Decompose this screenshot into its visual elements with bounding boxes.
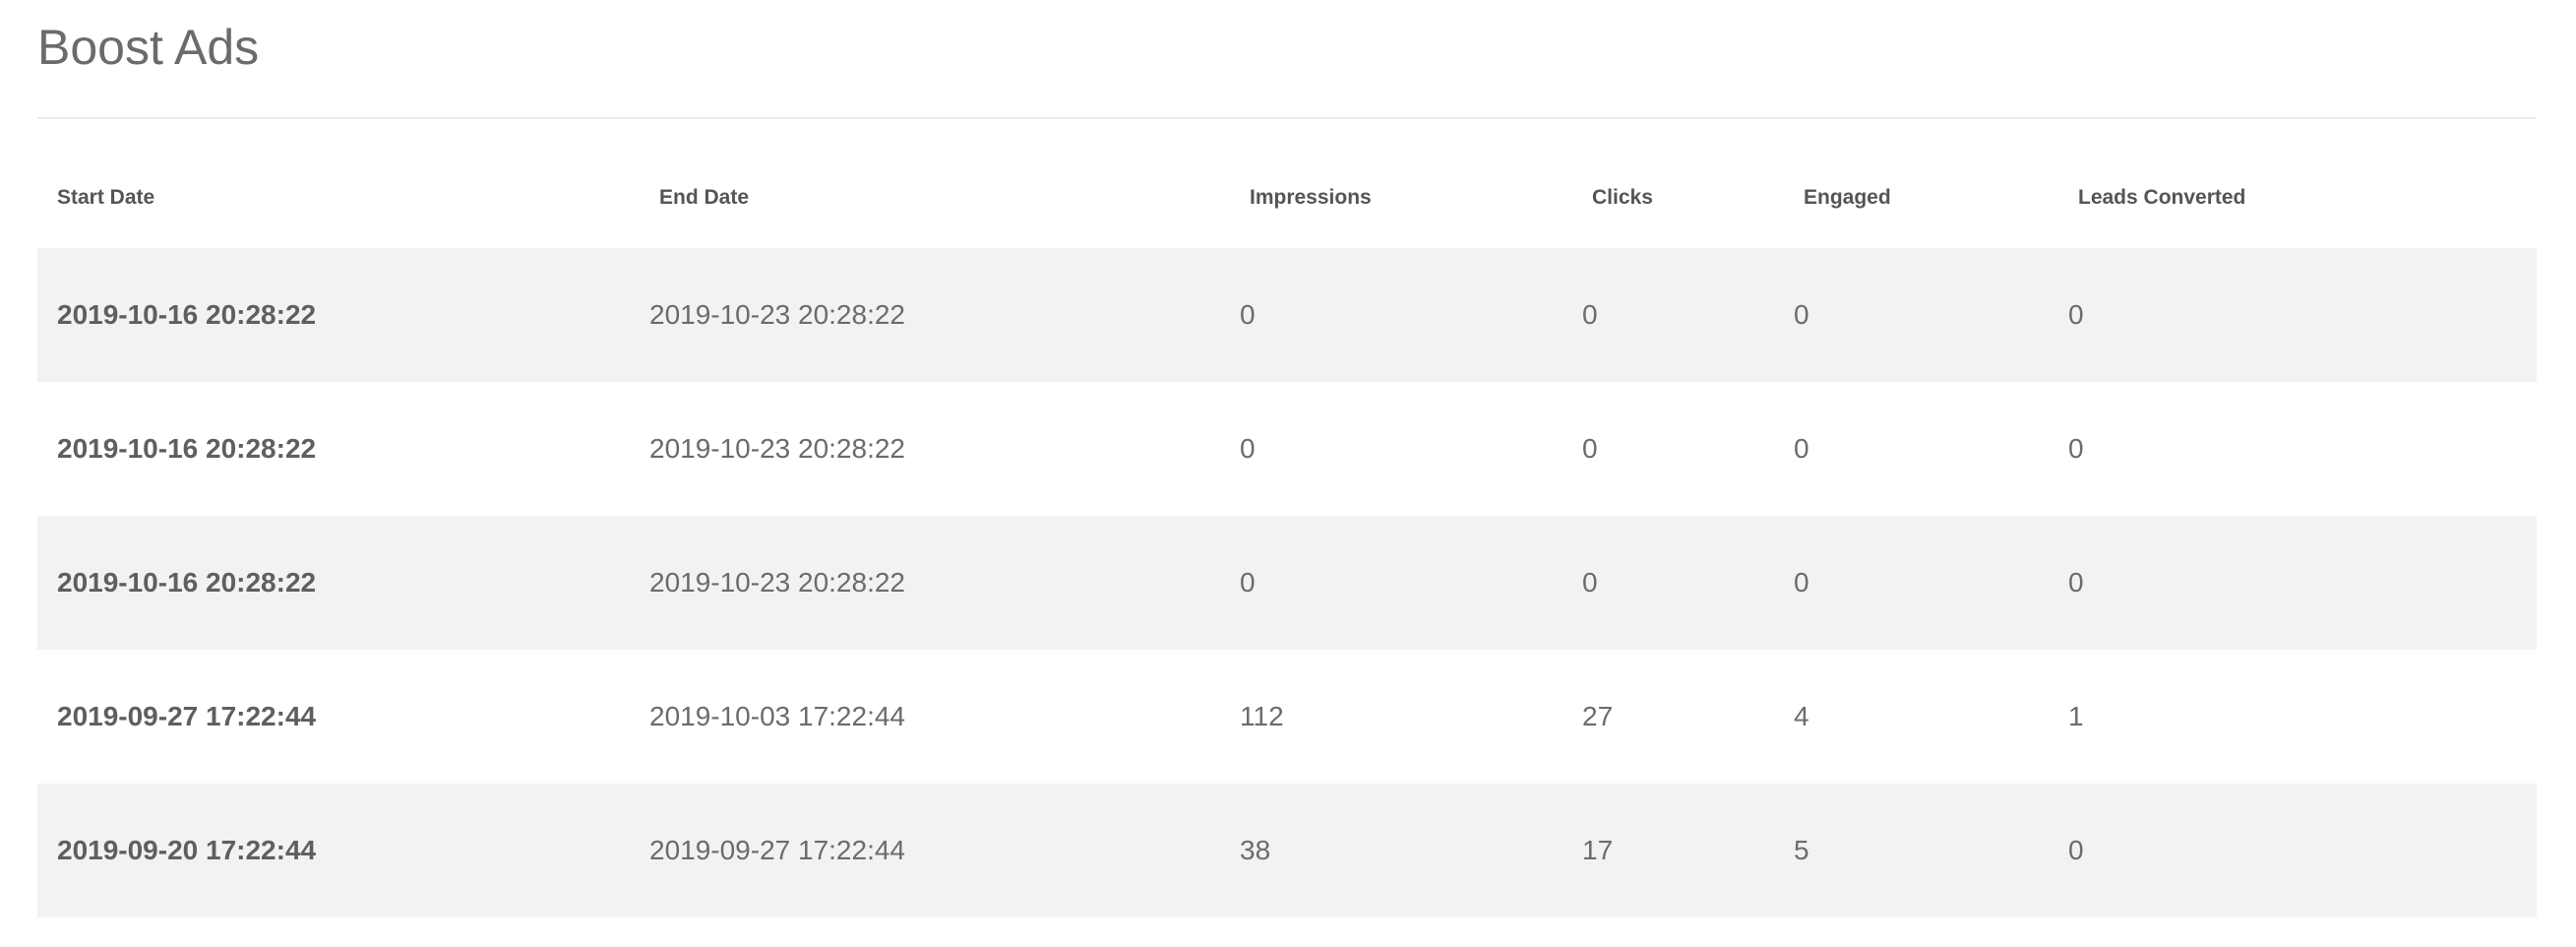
leads-converted-cell: 0: [2068, 516, 2537, 650]
column-header-impressions[interactable]: Impressions: [1240, 148, 1582, 248]
boost-ads-table: Start Date End Date Impressions Clicks E…: [37, 148, 2537, 917]
start-date-cell: 2019-10-16 20:28:22: [37, 516, 649, 650]
end-date-cell: 2019-10-23 20:28:22: [649, 516, 1240, 650]
column-header-start-date[interactable]: Start Date: [37, 148, 649, 248]
table-header: Start Date End Date Impressions Clicks E…: [37, 148, 2537, 248]
table-header-row: Start Date End Date Impressions Clicks E…: [37, 148, 2537, 248]
column-header-clicks[interactable]: Clicks: [1582, 148, 1794, 248]
leads-converted-cell: 1: [2068, 650, 2537, 784]
table-body: 2019-10-16 20:28:22 2019-10-23 20:28:22 …: [37, 248, 2537, 917]
engaged-cell: 0: [1794, 382, 2068, 516]
impressions-cell: 0: [1240, 248, 1582, 382]
engaged-cell: 0: [1794, 248, 2068, 382]
impressions-cell: 38: [1240, 784, 1582, 917]
table-row[interactable]: 2019-10-16 20:28:22 2019-10-23 20:28:22 …: [37, 516, 2537, 650]
start-date-cell: 2019-09-27 17:22:44: [37, 650, 649, 784]
table-row[interactable]: 2019-09-20 17:22:44 2019-09-27 17:22:44 …: [37, 784, 2537, 917]
impressions-cell: 112: [1240, 650, 1582, 784]
start-date-cell: 2019-10-16 20:28:22: [37, 248, 649, 382]
clicks-cell: 0: [1582, 382, 1794, 516]
leads-converted-cell: 0: [2068, 784, 2537, 917]
column-header-end-date[interactable]: End Date: [649, 148, 1240, 248]
table-row[interactable]: 2019-09-27 17:22:44 2019-10-03 17:22:44 …: [37, 650, 2537, 784]
column-header-engaged[interactable]: Engaged: [1794, 148, 2068, 248]
clicks-cell: 17: [1582, 784, 1794, 917]
end-date-cell: 2019-10-23 20:28:22: [649, 248, 1240, 382]
start-date-cell: 2019-09-20 17:22:44: [37, 784, 649, 917]
page-title: Boost Ads: [37, 20, 260, 75]
end-date-cell: 2019-10-23 20:28:22: [649, 382, 1240, 516]
impressions-cell: 0: [1240, 382, 1582, 516]
column-header-leads-converted[interactable]: Leads Converted: [2068, 148, 2537, 248]
clicks-cell: 0: [1582, 516, 1794, 650]
impressions-cell: 0: [1240, 516, 1582, 650]
engaged-cell: 0: [1794, 516, 2068, 650]
table-row[interactable]: 2019-10-16 20:28:22 2019-10-23 20:28:22 …: [37, 382, 2537, 516]
end-date-cell: 2019-09-27 17:22:44: [649, 784, 1240, 917]
start-date-cell: 2019-10-16 20:28:22: [37, 382, 649, 516]
engaged-cell: 5: [1794, 784, 2068, 917]
clicks-cell: 0: [1582, 248, 1794, 382]
leads-converted-cell: 0: [2068, 382, 2537, 516]
title-divider: [37, 117, 2537, 119]
end-date-cell: 2019-10-03 17:22:44: [649, 650, 1240, 784]
leads-converted-cell: 0: [2068, 248, 2537, 382]
table-row[interactable]: 2019-10-16 20:28:22 2019-10-23 20:28:22 …: [37, 248, 2537, 382]
engaged-cell: 4: [1794, 650, 2068, 784]
clicks-cell: 27: [1582, 650, 1794, 784]
boost-ads-page: Boost Ads Start Date End Date Impression…: [37, 0, 2537, 917]
